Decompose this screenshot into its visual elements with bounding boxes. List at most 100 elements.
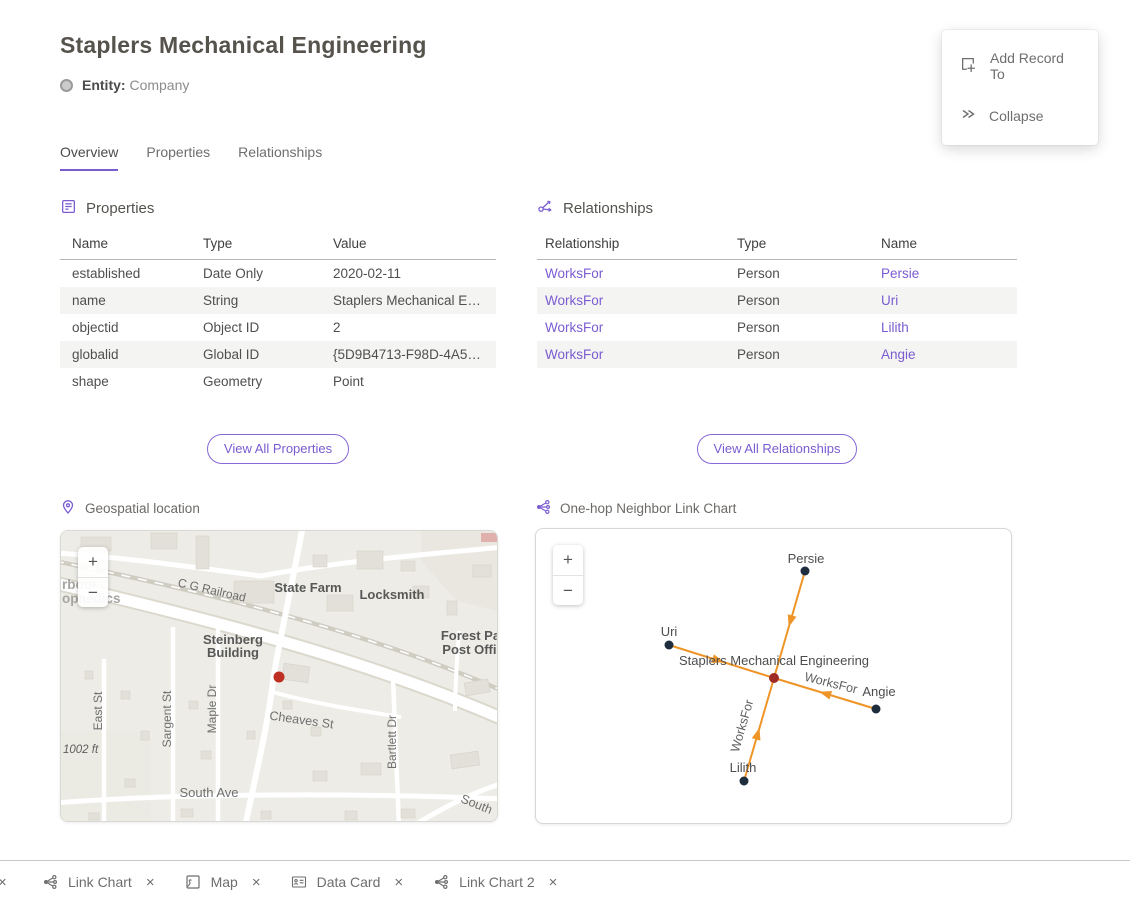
map-label: Bartlett Dr: [385, 715, 399, 769]
node-label-lilith: Lilith: [730, 760, 757, 775]
entity-type-dot: [60, 79, 73, 92]
map-zoom-control: + −: [78, 547, 108, 607]
related-entity-link[interactable]: Uri: [881, 287, 1017, 314]
col-relationship: Relationship: [537, 230, 737, 260]
property-cell: shape: [60, 368, 203, 395]
relationship-type: Person: [737, 287, 881, 314]
relationship-type: Person: [737, 314, 881, 341]
edge-label: WorksFor: [728, 698, 756, 754]
clipped-tab-close-icon[interactable]: ×: [0, 874, 12, 891]
tab-overview[interactable]: Overview: [60, 144, 118, 171]
workspace-tab-map[interactable]: Map×: [185, 874, 261, 891]
link-chart-icon: [433, 874, 449, 890]
node-company[interactable]: [769, 673, 779, 683]
properties-section-title: Properties: [86, 200, 154, 217]
map-canvas[interactable]: rbouropaedicsC G RailroadState FarmLocks…: [61, 531, 497, 821]
map-label: Maple Dr: [205, 685, 219, 734]
property-cell: Date Only: [203, 260, 333, 288]
link-chart-canvas[interactable]: WorksForWorksForStaplers Mechanical Engi…: [536, 529, 1011, 823]
data-card-icon: [291, 874, 307, 890]
property-cell: Object ID: [203, 314, 333, 341]
properties-icon: [60, 198, 77, 219]
view-all-relationships-button[interactable]: View All Relationships: [697, 434, 858, 464]
tab-close-icon[interactable]: ×: [146, 874, 155, 891]
relationship-link[interactable]: WorksFor: [537, 314, 737, 341]
node-uri[interactable]: [665, 641, 674, 650]
relationship-link[interactable]: WorksFor: [537, 341, 737, 368]
link-chart-panel: WorksForWorksForStaplers Mechanical Engi…: [535, 528, 1012, 824]
relationship-link[interactable]: WorksFor: [537, 287, 737, 314]
related-entity-link[interactable]: Angie: [881, 341, 1017, 368]
map-zoom-in-button[interactable]: +: [78, 547, 108, 577]
entity-value: Company: [129, 77, 189, 93]
relationships-table: Relationship Type Name WorksForPersonPer…: [537, 230, 1017, 368]
col-type: Type: [203, 230, 333, 260]
relationships-section-header: Relationships: [537, 198, 653, 219]
map-label: Post Offic: [442, 642, 497, 657]
context-menu: Add Record To Collapse: [942, 30, 1098, 145]
col-name: Name: [881, 230, 1017, 260]
add-record-icon: [960, 56, 977, 76]
chart-zoom-out-button[interactable]: −: [553, 575, 583, 605]
map-label: State Farm: [274, 580, 341, 595]
tab-close-icon[interactable]: ×: [394, 874, 403, 891]
view-all-properties-button[interactable]: View All Properties: [207, 434, 349, 464]
geospatial-section-title: Geospatial location: [85, 501, 200, 516]
node-label-uri: Uri: [661, 624, 678, 639]
tab-relationships[interactable]: Relationships: [238, 144, 322, 171]
workspace-tab-label: Link Chart: [68, 874, 132, 890]
edge-arrow: [788, 614, 797, 627]
tab-close-icon[interactable]: ×: [252, 874, 261, 891]
property-row-established: establishedDate Only2020-02-11: [60, 260, 496, 288]
menu-item-add-record-to[interactable]: Add Record To: [942, 38, 1098, 94]
property-cell: objectid: [60, 314, 203, 341]
workspace-tab-data-card[interactable]: Data Card ×: [291, 874, 404, 891]
relationship-type: Person: [737, 341, 881, 368]
related-entity-link[interactable]: Lilith: [881, 314, 1017, 341]
col-name: Name: [60, 230, 203, 260]
relationship-row-lilith: WorksForPersonLilith: [537, 314, 1017, 341]
link-chart-zoom-control: + −: [553, 545, 583, 605]
property-cell: Global ID: [203, 341, 333, 368]
property-cell: established: [60, 260, 203, 288]
link-chart-icon: [42, 874, 58, 890]
property-row-globalid: globalidGlobal ID{5D9B4713-F98D-4A53-...: [60, 341, 496, 368]
tab-properties[interactable]: Properties: [146, 144, 210, 171]
edge-arrow: [819, 691, 832, 700]
map-icon: [185, 874, 201, 890]
tab-close-icon[interactable]: ×: [549, 874, 558, 891]
property-cell: String: [203, 287, 333, 314]
map-pin-icon: [60, 499, 76, 518]
relationship-link[interactable]: WorksFor: [537, 260, 737, 288]
property-cell: name: [60, 287, 203, 314]
menu-item-label: Add Record To: [990, 50, 1080, 82]
map-label: Building: [207, 645, 259, 660]
related-entity-link[interactable]: Persie: [881, 260, 1017, 288]
chart-zoom-in-button[interactable]: +: [553, 545, 583, 575]
workspace-tab-label: Data Card: [317, 874, 381, 890]
workspace-tab-label: Link Chart 2: [459, 874, 534, 890]
menu-item-collapse[interactable]: Collapse: [942, 94, 1098, 137]
relationships-table-header: Relationship Type Name: [537, 230, 1017, 260]
node-lilith[interactable]: [740, 777, 749, 786]
node-label-company: Staplers Mechanical Engineering: [679, 653, 869, 668]
node-angie[interactable]: [872, 705, 881, 714]
property-row-objectid: objectidObject ID2: [60, 314, 496, 341]
node-persie[interactable]: [801, 567, 810, 576]
workspace-tab-link-chart-2[interactable]: Link Chart 2 ×: [433, 874, 557, 891]
link-chart-icon: [535, 499, 551, 518]
node-label-persie: Persie: [788, 551, 825, 566]
property-row-name: nameStringStaplers Mechanical Eng...: [60, 287, 496, 314]
property-cell: 2: [333, 314, 496, 341]
property-row-shape: shapeGeometryPoint: [60, 368, 496, 395]
location-marker[interactable]: [274, 672, 285, 683]
map-zoom-out-button[interactable]: −: [78, 577, 108, 607]
collapse-icon: [960, 106, 976, 125]
page-title: Staplers Mechanical Engineering: [60, 32, 427, 59]
relationship-type: Person: [737, 260, 881, 288]
relationship-row-angie: WorksForPersonAngie: [537, 341, 1017, 368]
property-cell: {5D9B4713-F98D-4A53-...: [333, 341, 496, 368]
workspace-tab-link-chart[interactable]: Link Chart ×: [42, 874, 155, 891]
entity-label: Entity: Company: [82, 77, 189, 93]
link-chart-section-header: One-hop Neighbor Link Chart: [535, 499, 736, 518]
